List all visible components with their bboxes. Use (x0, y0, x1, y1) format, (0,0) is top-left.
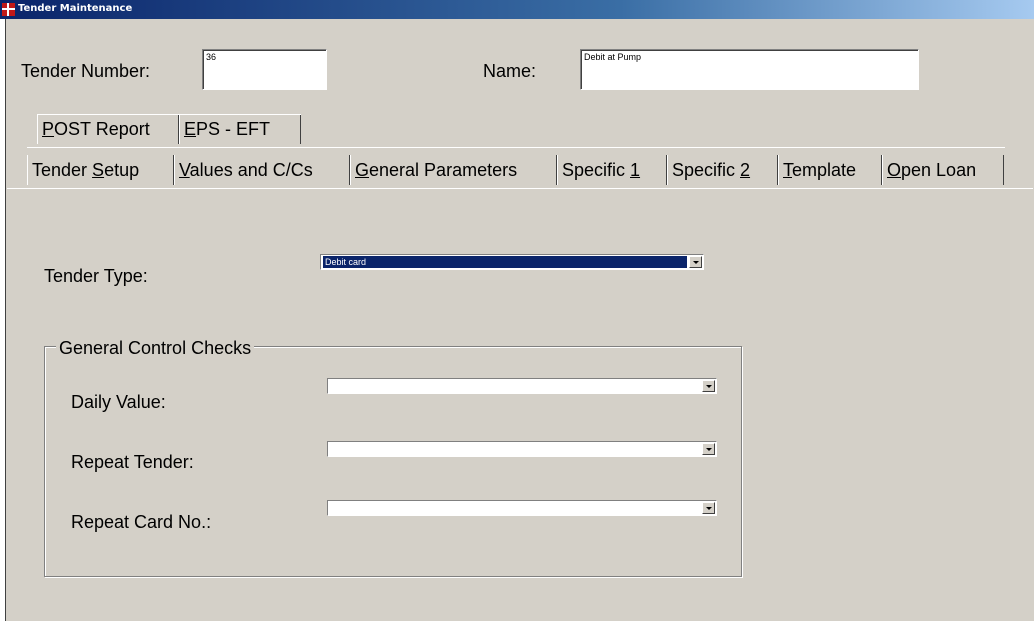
chevron-down-icon[interactable] (689, 256, 702, 268)
repeat-tender-value (330, 443, 700, 455)
name-field[interactable]: Debit at Pump (580, 49, 919, 90)
tab-specific-1[interactable]: Specific 1 (557, 155, 667, 185)
tender-type-value: Debit card (323, 256, 687, 268)
tab-values-ccs[interactable]: Values and C/Cs (174, 155, 350, 185)
tender-number-label: Tender Number: (21, 61, 151, 81)
group-title: General Control Checks (56, 337, 255, 359)
tab-row2-top (27, 147, 1005, 148)
chevron-down-icon[interactable] (702, 380, 715, 392)
title-bar[interactable]: Tender Maintenance (0, 0, 1034, 19)
tender-number-field[interactable]: 36 (202, 49, 327, 90)
tab-tender-setup[interactable]: Tender Setup (27, 155, 174, 185)
tab-template[interactable]: Template (778, 155, 882, 185)
daily-value-label: Daily Value: (71, 392, 166, 412)
repeat-tender-select[interactable] (327, 441, 717, 457)
tab-specific-2[interactable]: Specific 2 (667, 155, 778, 185)
repeat-card-value (330, 502, 700, 514)
tab-row1-top (37, 114, 301, 115)
repeat-tender-label: Repeat Tender: (71, 452, 194, 472)
tender-type-select[interactable]: Debit card (320, 254, 704, 270)
app-grid-icon (2, 3, 15, 16)
tab-eps-eft[interactable]: EPS - EFT (179, 114, 301, 144)
daily-value-value (330, 380, 700, 392)
tab-post-report[interactable]: POST Report (37, 114, 179, 144)
client-area: Tender Number: 36 Name: Debit at Pump PO… (5, 19, 1034, 621)
window-title: Tender Maintenance (18, 3, 133, 14)
tab-general-parameters[interactable]: General Parameters (350, 155, 557, 185)
chevron-down-icon[interactable] (702, 502, 715, 514)
name-label: Name: (483, 61, 537, 81)
tab-open-loan[interactable]: Open Loan (882, 155, 1004, 185)
tender-maintenance-window: Tender Maintenance Tender Number: 36 Nam… (0, 0, 1034, 621)
repeat-card-label: Repeat Card No.: (71, 512, 212, 532)
tender-type-label: Tender Type: (44, 266, 148, 286)
chevron-down-icon[interactable] (702, 443, 715, 455)
daily-value-select[interactable] (327, 378, 717, 394)
repeat-card-select[interactable] (327, 500, 717, 516)
